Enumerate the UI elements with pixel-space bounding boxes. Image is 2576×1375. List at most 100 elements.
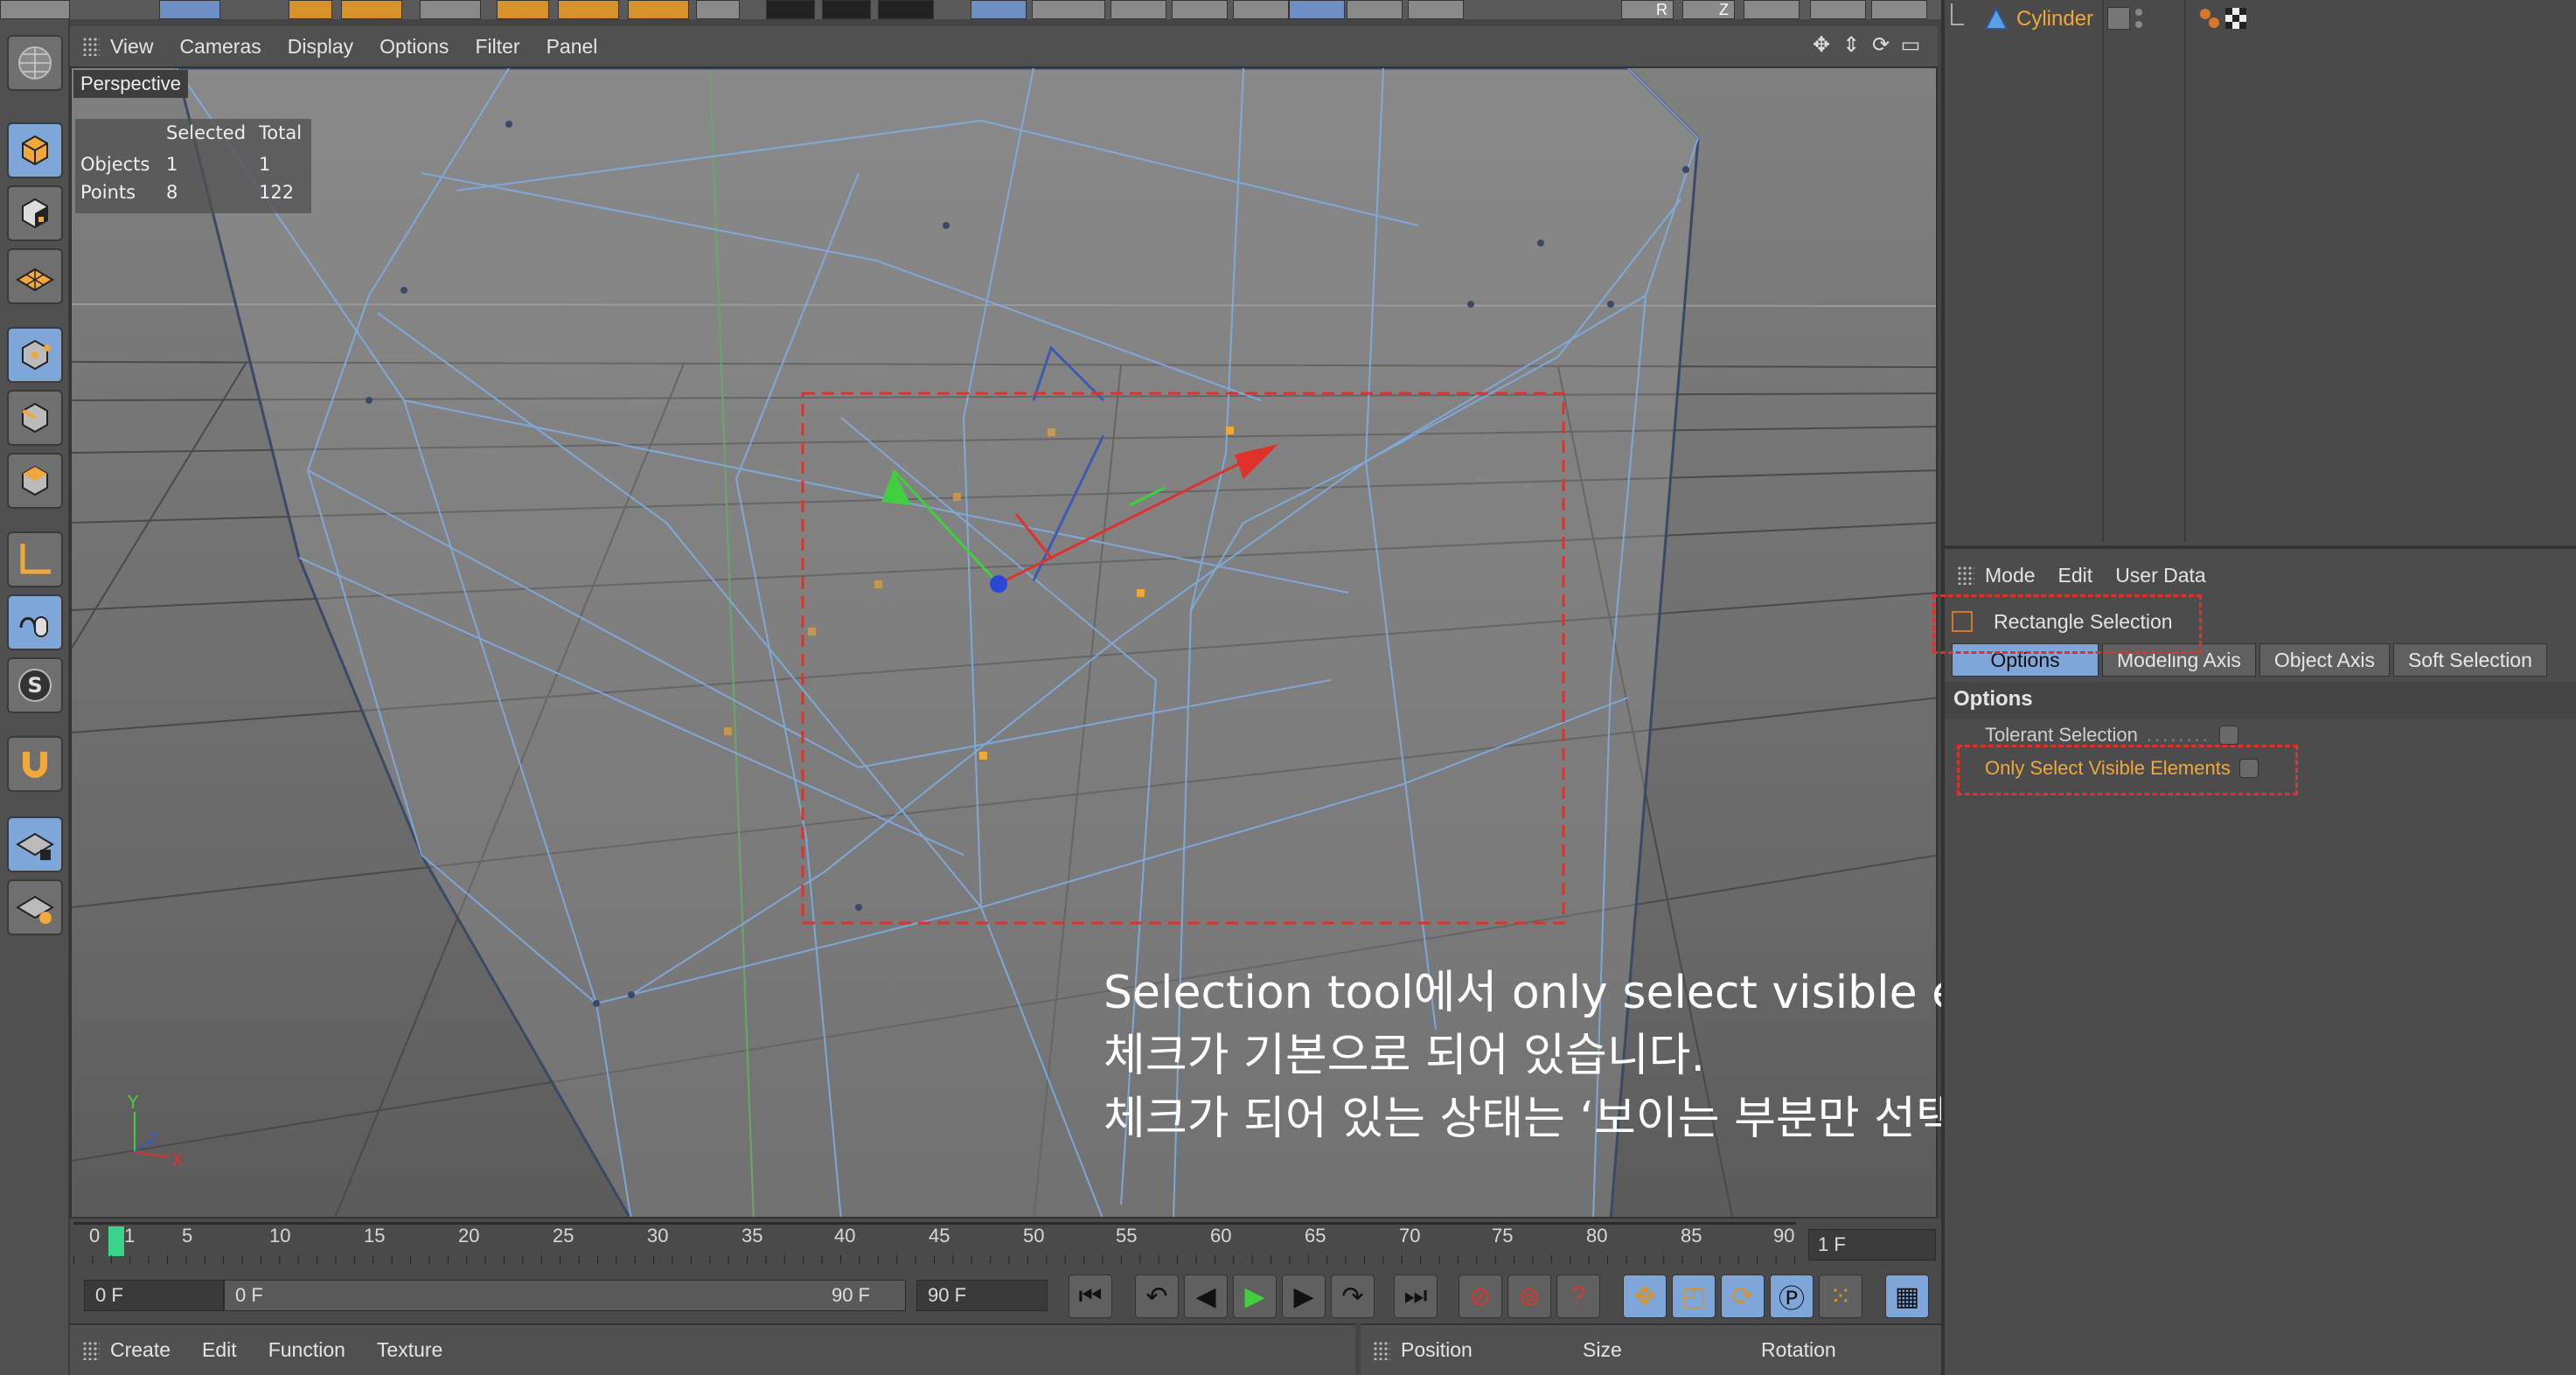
toolbar-button[interactable]	[420, 0, 481, 19]
menu-create[interactable]: Create	[110, 1338, 171, 1362]
texture-mode-icon[interactable]	[7, 185, 63, 241]
previous-frame-icon[interactable]: ◀	[1184, 1274, 1228, 1318]
spline-button[interactable]	[1032, 0, 1105, 19]
end-frame-field[interactable]: 90 F	[916, 1280, 1048, 1311]
render-settings-button[interactable]	[878, 0, 934, 19]
tag-texture-icon[interactable]	[2224, 7, 2247, 30]
keyframe-selection-icon[interactable]: ?	[1556, 1274, 1600, 1318]
move-view-icon[interactable]: ✥	[1810, 33, 1833, 57]
cube-button[interactable]	[971, 0, 1027, 19]
model-mode-icon[interactable]	[7, 122, 63, 178]
object-row-cylinder[interactable]: Cylinder	[1945, 0, 2576, 38]
tolerant-selection-checkbox[interactable]	[2218, 726, 2238, 745]
cylinder-icon	[1984, 6, 2009, 30]
go-to-end-icon[interactable]: ⏭	[1394, 1274, 1438, 1318]
toolbar-button[interactable]	[1810, 0, 1866, 19]
tick-label: 50	[1023, 1225, 1045, 1247]
toolbar-button[interactable]: R	[1621, 0, 1674, 19]
current-frame-marker[interactable]	[108, 1226, 124, 1256]
toggle-panel-icon[interactable]: ▭	[1899, 33, 1922, 57]
polygon-mode-icon[interactable]	[7, 453, 63, 509]
toolbar-button[interactable]: Z	[1682, 0, 1735, 19]
tab-object-axis[interactable]: Object Axis	[2259, 643, 2390, 677]
next-key-icon[interactable]: ↷	[1331, 1274, 1375, 1318]
camera-button[interactable]	[1347, 0, 1403, 19]
key-scale-icon[interactable]: ◰	[1672, 1274, 1716, 1318]
planar-workplane-icon[interactable]	[7, 879, 63, 935]
point-mode-icon[interactable]	[7, 327, 63, 383]
menu-view[interactable]: View	[110, 35, 153, 59]
menu-display[interactable]: Display	[288, 35, 353, 59]
menu-panel[interactable]: Panel	[547, 35, 598, 59]
render-view-button[interactable]	[766, 0, 815, 19]
scale-tool-button[interactable]	[289, 0, 332, 19]
menu-texture[interactable]: Texture	[377, 1338, 442, 1362]
object-name[interactable]: Cylinder	[2016, 7, 2093, 31]
key-parameter-icon[interactable]: Ⓟ	[1770, 1274, 1814, 1318]
autokey-icon[interactable]: ⊚	[1507, 1274, 1551, 1318]
tick-label: 5	[182, 1225, 193, 1247]
move-tool-button[interactable]	[159, 0, 220, 19]
grip-handle-icon[interactable]	[82, 1340, 100, 1360]
floor-button[interactable]	[1289, 0, 1345, 19]
coordinates-panel: Position Size Rotation	[1361, 1323, 1941, 1375]
render-dots-icon[interactable]	[2135, 7, 2148, 30]
play-icon[interactable]: ▶	[1233, 1274, 1277, 1318]
x-axis-button[interactable]	[497, 0, 549, 19]
hierarchy-line-icon	[1951, 3, 1964, 25]
sphere-mode-icon[interactable]	[7, 35, 63, 91]
axis-mode-icon[interactable]	[7, 531, 63, 587]
z-axis-button[interactable]	[628, 0, 689, 19]
menu-user-data[interactable]: User Data	[2115, 564, 2206, 587]
menu-options[interactable]: Options	[379, 35, 449, 59]
object-manager[interactable]: Cylinder	[1945, 0, 2576, 549]
record-key-icon[interactable]: ⊘	[1459, 1274, 1502, 1318]
deformer-button[interactable]	[1233, 0, 1289, 19]
magnet-icon[interactable]	[7, 736, 63, 792]
key-position-icon[interactable]: ✥	[1623, 1274, 1667, 1318]
menu-cameras[interactable]: Cameras	[179, 35, 261, 59]
start-frame-field[interactable]: 0 F	[84, 1280, 224, 1311]
y-axis-button[interactable]	[558, 0, 619, 19]
toolbar-button[interactable]	[1871, 0, 1927, 19]
timeline-ruler[interactable]: 0 1 5 10 15 20 25 30 35 40 45 50 55 60 6…	[73, 1222, 1796, 1266]
render-button[interactable]	[822, 0, 871, 19]
menu-mode[interactable]: Mode	[1985, 564, 2036, 587]
rotate-tool-button[interactable]	[341, 0, 402, 19]
highlight-box-tool	[1932, 594, 2202, 654]
grip-handle-icon[interactable]	[1373, 1340, 1390, 1360]
tick-label: 0	[89, 1225, 101, 1247]
tweak-mode-icon[interactable]	[7, 594, 63, 650]
current-frame-field[interactable]: 1 F	[1808, 1229, 1936, 1260]
frame-range-slider[interactable]: 0 F 90 F	[224, 1280, 906, 1311]
timeline[interactable]: 0 1 5 10 15 20 25 30 35 40 45 50 55 60 6…	[70, 1219, 1941, 1271]
light-button[interactable]	[1408, 0, 1464, 19]
mograph-button[interactable]	[1172, 0, 1228, 19]
nurbs-button[interactable]	[1110, 0, 1166, 19]
key-rotation-icon[interactable]: ⟳	[1721, 1274, 1765, 1318]
grip-handle-icon[interactable]	[1957, 566, 1974, 585]
coordinate-system-button[interactable]	[696, 0, 740, 19]
key-point-level-icon[interactable]: ⁙	[1819, 1274, 1862, 1318]
workplane-mode-icon[interactable]	[7, 248, 63, 304]
tab-soft-selection[interactable]: Soft Selection	[2392, 643, 2547, 677]
next-frame-icon[interactable]: ▶	[1282, 1274, 1326, 1318]
menu-edit[interactable]: Edit	[202, 1338, 237, 1362]
toolbar-button[interactable]	[1744, 0, 1800, 19]
menu-edit[interactable]: Edit	[2058, 564, 2093, 587]
locked-workplane-icon[interactable]	[7, 816, 63, 872]
tick-label: 45	[929, 1225, 950, 1247]
visibility-toggle-icon[interactable]	[2107, 7, 2130, 30]
dolly-view-icon[interactable]: ⇕	[1840, 33, 1862, 57]
grip-handle-icon[interactable]	[82, 37, 100, 56]
tag-phong-icon[interactable]	[2198, 7, 2221, 30]
previous-key-icon[interactable]: ↶	[1135, 1274, 1179, 1318]
snap-icon[interactable]: S	[7, 657, 63, 713]
go-to-start-icon[interactable]: ⏮	[1069, 1274, 1112, 1318]
menu-function[interactable]: Function	[268, 1338, 345, 1362]
menu-filter[interactable]: Filter	[475, 35, 519, 59]
rotate-view-icon[interactable]: ⟳	[1869, 33, 1892, 57]
timeline-window-icon[interactable]: ▦	[1885, 1274, 1929, 1318]
edge-mode-icon[interactable]	[7, 390, 63, 446]
toolbar-button[interactable]	[0, 0, 70, 19]
